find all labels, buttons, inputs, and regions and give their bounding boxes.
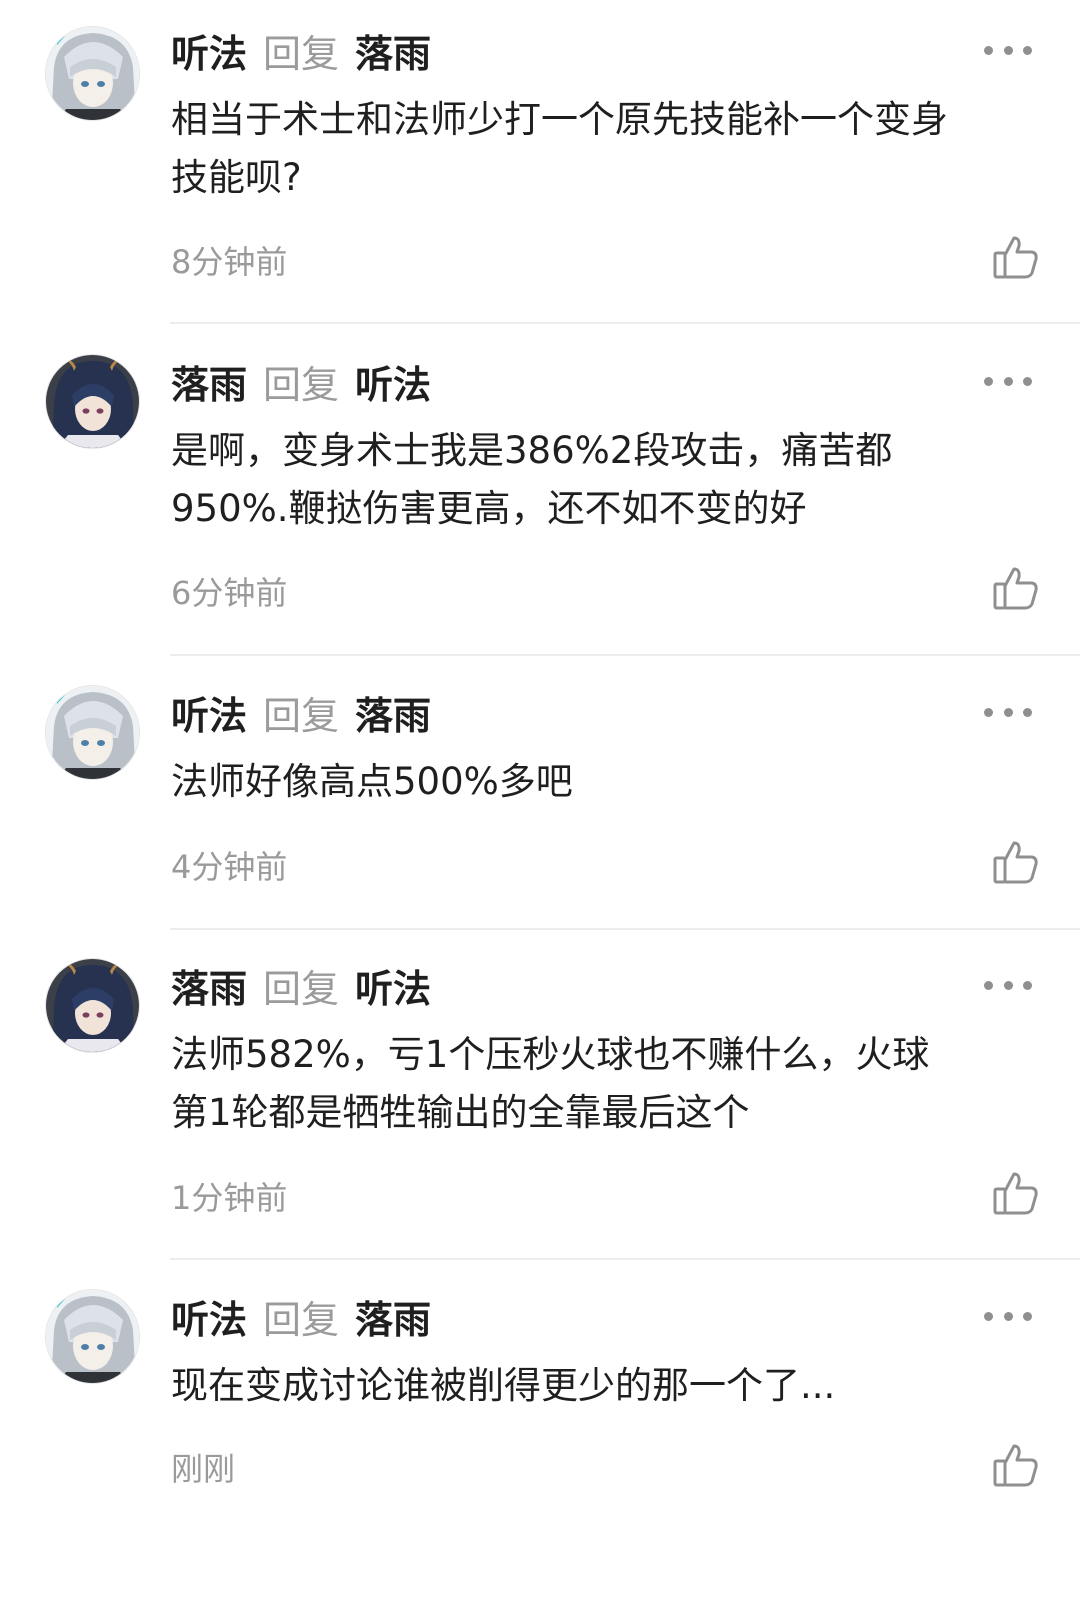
reply-label: 回复 [263, 693, 340, 738]
more-dots-icon [984, 45, 993, 55]
more-dots-icon [984, 707, 993, 717]
like-button[interactable] [992, 839, 1040, 885]
avatar[interactable] [45, 685, 140, 780]
divider [170, 928, 1080, 930]
reply-label: 回复 [263, 1297, 340, 1342]
silver-hair-avatar-icon [46, 1290, 139, 1383]
comment-time: 4分钟前 [171, 848, 288, 886]
comment-item: 落雨 回复 听法 是啊，变身术士我是386%2段攻击，痛苦都 950%.鞭挞伤害… [0, 351, 1080, 682]
divider [170, 322, 1080, 324]
like-button[interactable] [992, 234, 1040, 280]
avatar[interactable] [45, 354, 140, 449]
comment-text: 相当于术士和法师少打一个原先技能补一个变身 技能呗? [171, 98, 948, 199]
reply-label: 回复 [263, 966, 340, 1011]
author-name[interactable]: 听法 [171, 1289, 247, 1344]
author-name[interactable]: 落雨 [171, 354, 247, 409]
more-dots-icon [984, 980, 993, 990]
comment-text: 法师好像高点500%多吧 [171, 760, 573, 803]
comment-time: 刚刚 [171, 1450, 236, 1488]
like-button[interactable] [992, 1170, 1040, 1216]
silver-hair-avatar-icon [46, 686, 139, 779]
more-options-button[interactable] [984, 700, 1032, 724]
comment-header: 听法 回复 落雨 [171, 20, 431, 80]
more-dots-icon [984, 376, 993, 386]
comment-header: 听法 回复 落雨 [171, 682, 431, 742]
dark-blue-hair-avatar-icon [46, 355, 139, 448]
avatar[interactable] [45, 1289, 140, 1384]
dark-blue-hair-avatar-icon [46, 959, 139, 1052]
comment-text: 现在变成讨论谁被削得更少的那一个了... [171, 1364, 836, 1407]
reply-label: 回复 [263, 31, 340, 76]
author-name[interactable]: 听法 [171, 23, 247, 78]
like-button[interactable] [992, 1442, 1040, 1488]
comment-text: 是啊，变身术士我是386%2段攻击，痛苦都 950%.鞭挞伤害更高，还不如不变的… [171, 429, 893, 530]
comment-header: 听法 回复 落雨 [171, 1286, 431, 1346]
more-options-button[interactable] [984, 1304, 1032, 1328]
more-options-button[interactable] [984, 38, 1032, 62]
comment-item: 听法 回复 落雨 相当于术士和法师少打一个原先技能补一个变身 技能呗? 8分钟前 [0, 20, 1080, 351]
reply-target-name[interactable]: 落雨 [355, 1289, 431, 1344]
more-options-button[interactable] [984, 973, 1032, 997]
silver-hair-avatar-icon [46, 27, 139, 120]
more-options-button[interactable] [984, 369, 1032, 393]
divider [170, 654, 1080, 656]
avatar[interactable] [45, 26, 140, 121]
comment-header: 落雨 回复 听法 [171, 955, 431, 1015]
author-name[interactable]: 落雨 [171, 958, 247, 1013]
thumbs-up-icon [993, 567, 1038, 610]
comment-item: 听法 回复 落雨 现在变成讨论谁被削得更少的那一个了... 刚刚 [0, 1286, 1080, 1617]
comment-time: 6分钟前 [171, 574, 288, 612]
thumbs-up-icon [993, 841, 1038, 884]
author-name[interactable]: 听法 [171, 685, 247, 740]
thumbs-up-icon [993, 236, 1038, 279]
comment-time: 8分钟前 [171, 243, 288, 281]
comment-list: 听法 回复 落雨 相当于术士和法师少打一个原先技能补一个变身 技能呗? 8分钟前 [0, 0, 1080, 1488]
reply-target-name[interactable]: 落雨 [355, 685, 431, 740]
reply-target-name[interactable]: 听法 [355, 958, 431, 1013]
comment-header: 落雨 回复 听法 [171, 351, 431, 411]
like-button[interactable] [992, 565, 1040, 611]
reply-target-name[interactable]: 听法 [355, 354, 431, 409]
divider [170, 1258, 1080, 1260]
comment-item: 落雨 回复 听法 法师582%，亏1个压秒火球也不赚什么，火球 第1轮都是牺牲输… [0, 955, 1080, 1286]
more-dots-icon [984, 1311, 993, 1321]
comment-text: 法师582%，亏1个压秒火球也不赚什么，火球 第1轮都是牺牲输出的全靠最后这个 [171, 1033, 930, 1134]
reply-target-name[interactable]: 落雨 [355, 23, 431, 78]
reply-label: 回复 [263, 362, 340, 407]
thumbs-up-icon [993, 1444, 1038, 1487]
avatar[interactable] [45, 958, 140, 1053]
comment-time: 1分钟前 [171, 1179, 288, 1217]
thumbs-up-icon [993, 1172, 1038, 1215]
